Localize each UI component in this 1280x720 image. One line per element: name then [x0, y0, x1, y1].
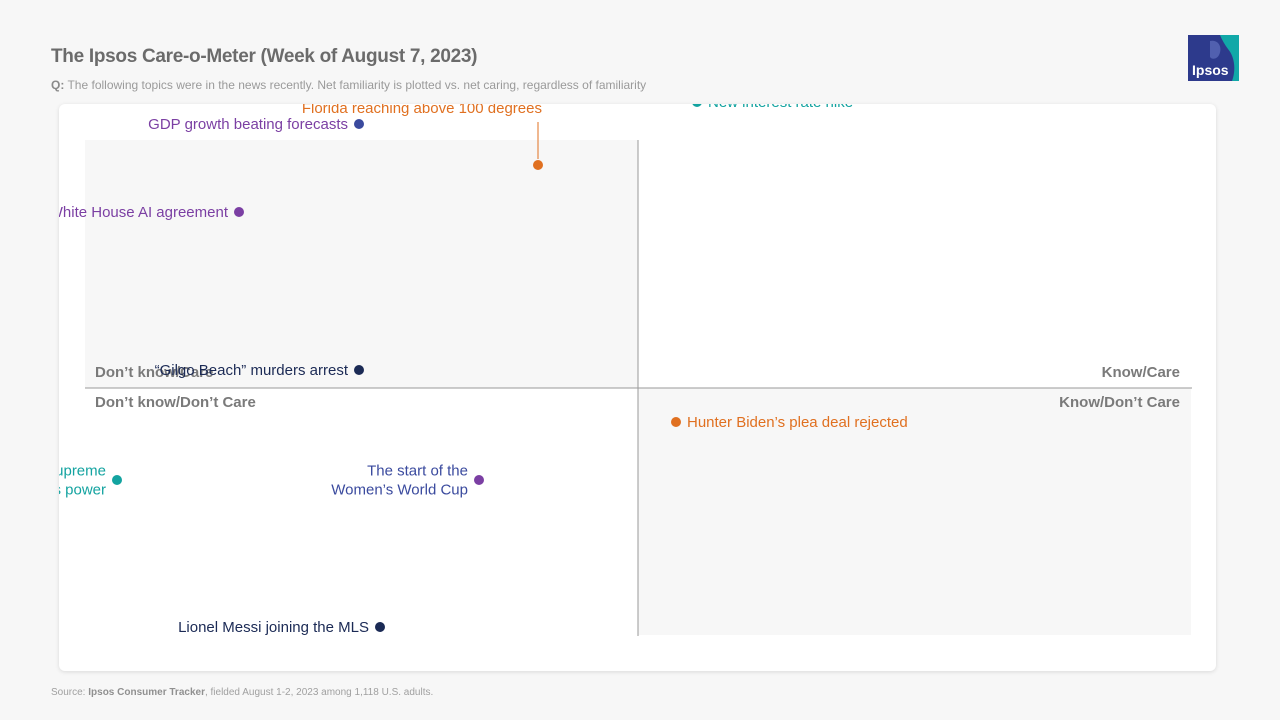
point-label: Hunter Biden’s plea deal rejected	[687, 414, 908, 431]
data-point: Israel limiting its Supreme Court’s power	[59, 463, 122, 499]
point-label: Women’s World Cup	[331, 482, 468, 499]
chart-card: Don’t know/Care Know/Care Don’t know/Don…	[59, 104, 1216, 671]
point-label: Court’s power	[59, 482, 106, 499]
point-marker	[671, 417, 681, 427]
point-marker	[533, 160, 543, 170]
point-label: “Gilgo Beach” murders arrest	[155, 362, 349, 379]
point-label: Lionel Messi joining the MLS	[178, 619, 369, 636]
point-label: Israel limiting its Supreme	[59, 463, 106, 480]
point-label: The White House AI agreement	[59, 204, 229, 221]
source-rest: , fielded August 1-2, 2023 among 1,118 U…	[204, 687, 434, 698]
quadrant-label-top-right: Know/Care	[1102, 364, 1180, 381]
question-prefix: Q:	[51, 78, 65, 92]
point-marker	[234, 207, 244, 217]
point-marker	[112, 475, 122, 485]
source-brand: Ipsos Consumer Tracker	[88, 687, 205, 698]
data-point: Lionel Messi joining the MLS	[178, 619, 385, 636]
page-title: The Ipsos Care-o-Meter (Week of August 7…	[51, 46, 478, 67]
data-point: GDP growth beating forecasts	[148, 116, 364, 133]
care-o-meter-scatter: Don’t know/Care Know/Care Don’t know/Don…	[59, 104, 1192, 636]
logo-text: Ipsos	[1192, 62, 1229, 78]
data-point: “Gilgo Beach” murders arrest	[155, 362, 364, 379]
point-label: New interest rate hike	[708, 104, 853, 111]
data-point: Hunter Biden’s plea deal rejected	[671, 414, 908, 431]
point-marker	[375, 622, 385, 632]
point-marker	[354, 119, 364, 129]
source-footer: Source: Ipsos Consumer Tracker, fielded …	[51, 687, 433, 698]
point-label: The start of the	[367, 463, 468, 480]
quadrant-top-left-bg	[85, 140, 638, 388]
question-text: The following topics were in the news re…	[67, 78, 647, 92]
quadrant-label-bottom-right: Know/Don’t Care	[1059, 394, 1180, 411]
data-point: The start of the Women’s World Cup	[331, 463, 484, 499]
question-subtitle: Q: The following topics were in the news…	[51, 78, 646, 92]
source-prefix: Source:	[51, 687, 86, 698]
data-point: New interest rate hike	[692, 104, 853, 111]
point-marker	[692, 104, 702, 107]
ipsos-logo-icon: Ipsos	[1188, 35, 1239, 81]
data-point: The White House AI agreement	[59, 204, 244, 221]
quadrant-label-bottom-left: Don’t know/Don’t Care	[95, 394, 256, 411]
point-label: GDP growth beating forecasts	[148, 116, 348, 133]
point-marker	[474, 475, 484, 485]
point-marker	[354, 365, 364, 375]
